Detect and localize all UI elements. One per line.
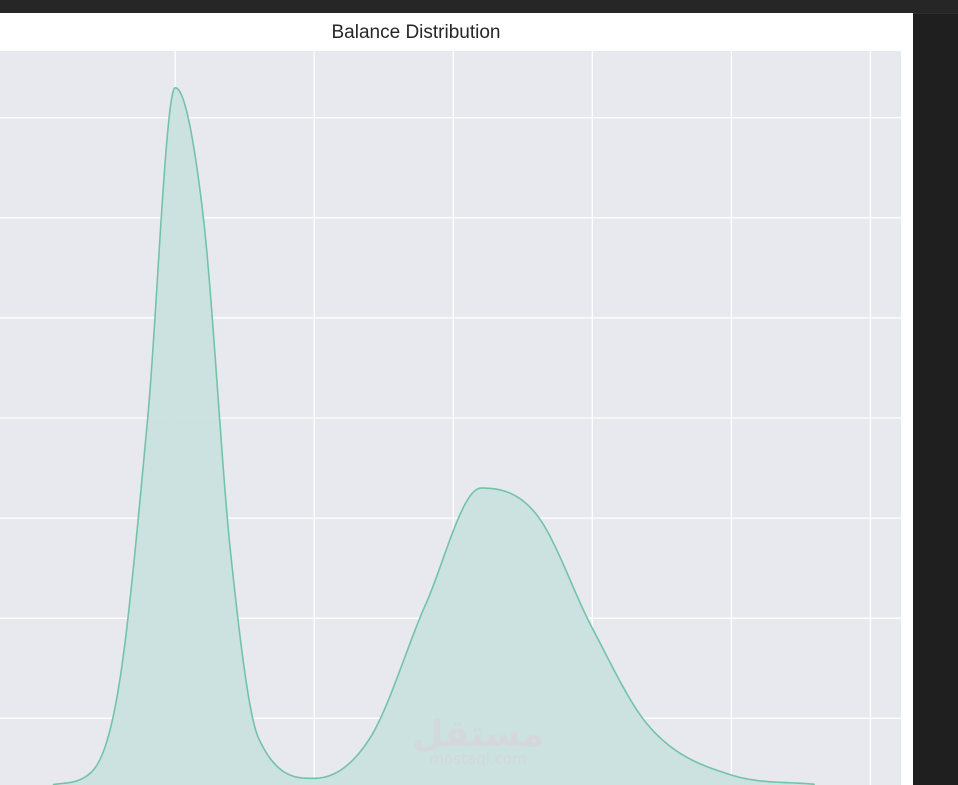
chart-figure: Balance Distribution مستقل mostaql.com (0, 13, 913, 785)
watermark-logo: مستقل (412, 714, 544, 755)
watermark-domain: mostaql.com (429, 750, 526, 768)
plot-area: مستقل mostaql.com (0, 51, 901, 785)
watermark: مستقل mostaql.com (412, 714, 544, 768)
window-top-strip (0, 0, 958, 14)
